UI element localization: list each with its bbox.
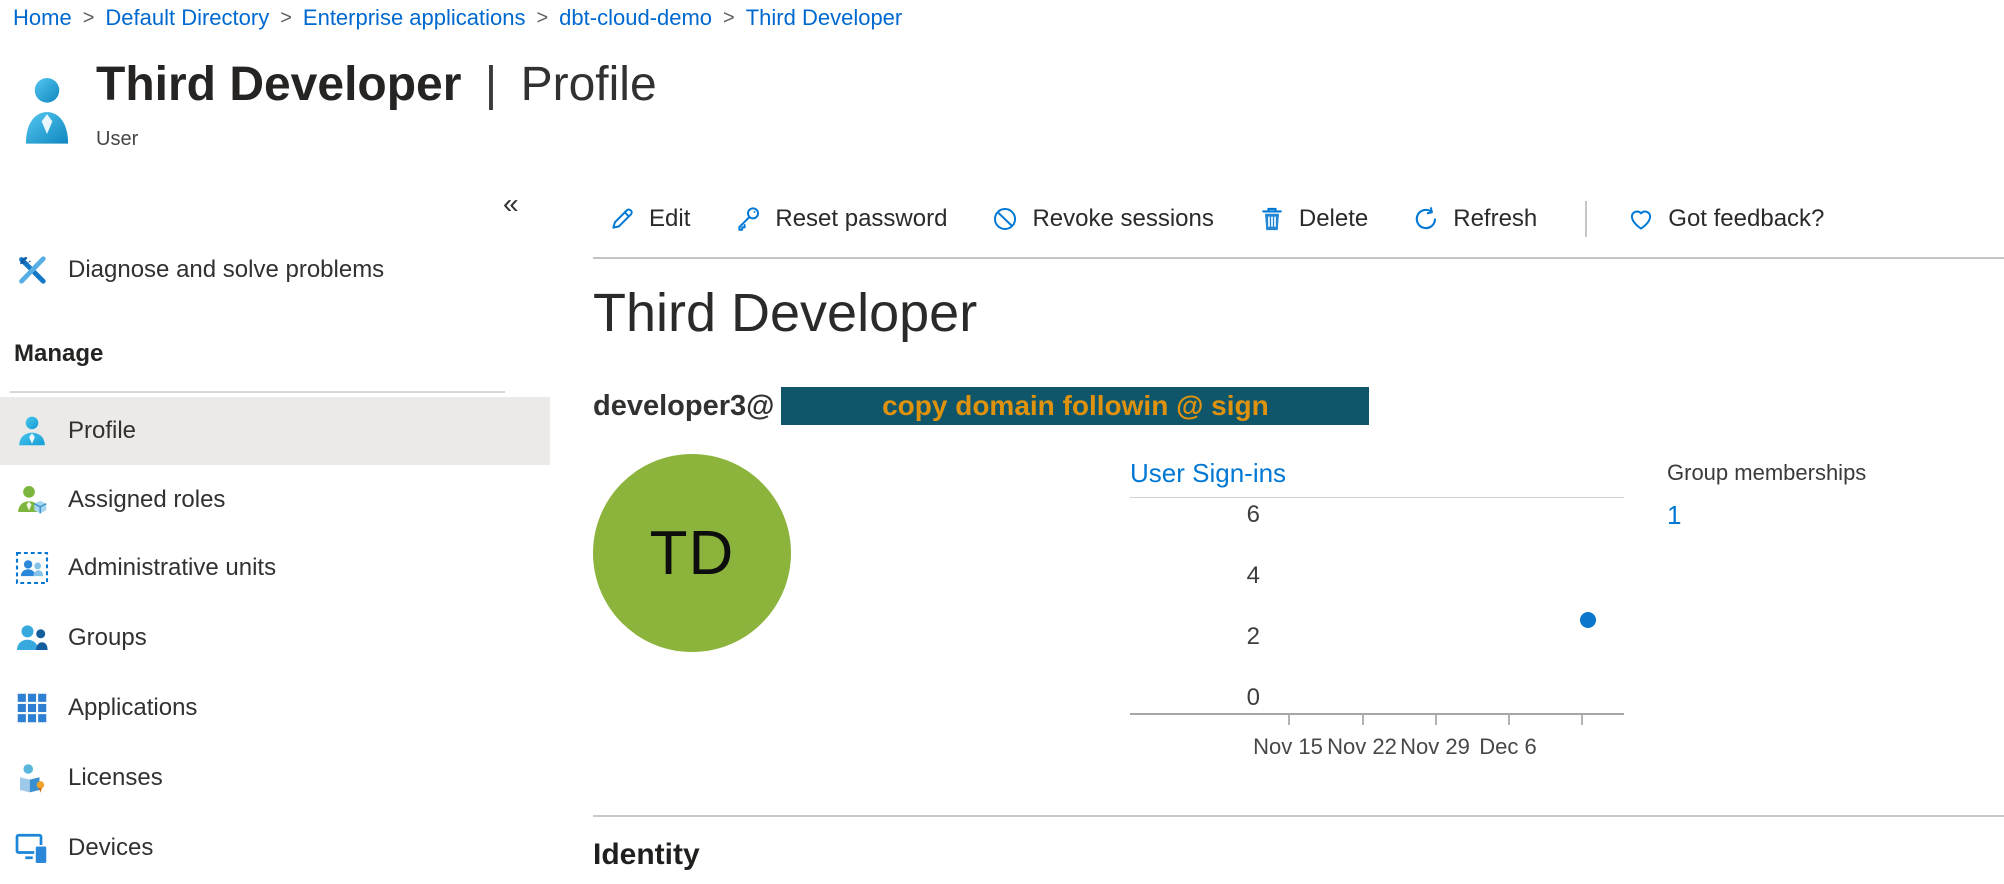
- x-axis-tick: Nov 22: [1327, 734, 1397, 760]
- identity-section-title: Identity: [593, 838, 700, 872]
- breadcrumb-third-developer[interactable]: Third Developer: [746, 5, 903, 31]
- sidebar-item-label: Administrative units: [68, 554, 276, 582]
- group-memberships-count-link[interactable]: 1: [1667, 500, 1681, 531]
- trash-icon: [1258, 205, 1286, 233]
- azure-user-profile-page: Home > Default Directory > Enterprise ap…: [0, 0, 2004, 884]
- section-divider: [593, 815, 2004, 817]
- sidebar-item-label: Applications: [68, 694, 197, 722]
- user-principal-name: developer3@ copy domain followin @ sign: [593, 387, 1369, 425]
- delete-button[interactable]: Delete: [1258, 205, 1368, 233]
- edit-label: Edit: [649, 205, 690, 233]
- sidebar-collapse-button[interactable]: «: [503, 190, 519, 218]
- page-title-separator: |: [485, 58, 497, 111]
- avatar-initials: TD: [650, 518, 735, 589]
- breadcrumb-home[interactable]: Home: [13, 5, 72, 31]
- heart-icon: [1627, 205, 1655, 233]
- sidebar-item-label: Groups: [68, 624, 147, 652]
- email-prefix: developer3@: [593, 390, 774, 423]
- got-feedback-label: Got feedback?: [1668, 205, 1824, 233]
- group-memberships-block: Group memberships 1: [1667, 460, 1866, 531]
- edit-button[interactable]: Edit: [608, 205, 690, 233]
- x-axis-tickmark: [1288, 715, 1290, 725]
- got-feedback-button[interactable]: Got feedback?: [1627, 205, 1824, 233]
- x-axis-tick: Dec 6: [1479, 734, 1536, 760]
- breadcrumb-separator: >: [723, 7, 735, 30]
- page-header: Third Developer | Profile User: [96, 56, 657, 151]
- breadcrumb-separator: >: [83, 7, 95, 30]
- pencil-icon: [608, 205, 636, 233]
- revoke-sessions-button[interactable]: Revoke sessions: [991, 205, 1213, 233]
- block-icon: [991, 205, 1019, 233]
- page-title-blade: Profile: [521, 58, 657, 111]
- sidebar-section-divider: [10, 391, 505, 393]
- sidebar-item-profile[interactable]: Profile: [0, 397, 550, 465]
- refresh-icon: [1412, 205, 1440, 233]
- sidebar-item-label: Assigned roles: [68, 486, 225, 514]
- sidebar-section-manage: Manage: [14, 340, 103, 368]
- y-axis-tick: 2: [1130, 624, 1260, 650]
- sidebar-item-label: Diagnose and solve problems: [68, 256, 384, 284]
- x-axis-line: [1130, 713, 1624, 715]
- sidebar-item-applications[interactable]: Applications: [0, 675, 550, 741]
- y-axis-tick: 6: [1130, 502, 1260, 528]
- user-sign-ins-chart: User Sign-ins 6 4 2 0 Nov 15 Nov 22 Nov …: [1130, 458, 1624, 788]
- revoke-sessions-label: Revoke sessions: [1032, 205, 1213, 233]
- page-title: Third Developer | Profile: [96, 56, 657, 114]
- breadcrumb-enterprise-applications[interactable]: Enterprise applications: [303, 5, 526, 31]
- breadcrumb-separator: >: [280, 7, 292, 30]
- sidebar-item-licenses[interactable]: Licenses: [0, 745, 550, 811]
- assigned-roles-icon: [14, 482, 50, 518]
- refresh-button[interactable]: Refresh: [1412, 205, 1537, 233]
- x-axis-tickmark: [1581, 715, 1583, 725]
- reset-password-label: Reset password: [775, 205, 947, 233]
- user-avatar: TD: [593, 454, 791, 652]
- delete-label: Delete: [1299, 205, 1368, 233]
- x-axis-tickmark: [1362, 715, 1364, 725]
- object-type-label: User: [96, 128, 657, 151]
- breadcrumb-separator: >: [536, 7, 548, 30]
- sidebar-item-groups[interactable]: Groups: [0, 605, 550, 671]
- y-axis-tick: 4: [1130, 563, 1260, 589]
- breadcrumb-default-directory[interactable]: Default Directory: [105, 5, 269, 31]
- reset-password-button[interactable]: Reset password: [734, 205, 947, 233]
- applications-grid-icon: [14, 690, 50, 726]
- x-axis-tick: Nov 29: [1400, 734, 1470, 760]
- page-title-name: Third Developer: [96, 58, 461, 111]
- y-axis-tick: 0: [1130, 685, 1260, 711]
- profile-person-icon: [14, 413, 50, 449]
- administrative-units-icon: [14, 550, 50, 586]
- sidebar-item-label: Profile: [68, 417, 136, 445]
- breadcrumb: Home > Default Directory > Enterprise ap…: [13, 5, 902, 31]
- x-axis-tickmark: [1435, 715, 1437, 725]
- groups-icon: [14, 620, 50, 656]
- refresh-label: Refresh: [1453, 205, 1537, 233]
- sidebar-item-devices[interactable]: Devices: [0, 815, 550, 881]
- user-display-name: Third Developer: [593, 282, 977, 344]
- sidebar-item-label: Licenses: [68, 764, 163, 792]
- sidebar-item-assigned-roles[interactable]: Assigned roles: [0, 467, 550, 533]
- redaction-note: copy domain followin @ sign: [882, 390, 1269, 422]
- chart-title-link[interactable]: User Sign-ins: [1130, 458, 1624, 498]
- key-icon: [734, 205, 762, 233]
- x-axis-tickmark: [1508, 715, 1510, 725]
- toolbar-rule: [593, 257, 2004, 259]
- sidebar-item-label: Devices: [68, 834, 153, 862]
- signin-data-point: [1580, 612, 1596, 628]
- diagnose-tools-icon: [14, 252, 50, 288]
- x-axis-tick: Nov 15: [1253, 734, 1323, 760]
- user-avatar-icon: [24, 74, 70, 148]
- group-memberships-label: Group memberships: [1667, 460, 1866, 486]
- devices-icon: [14, 830, 50, 866]
- sidebar-item-diagnose[interactable]: Diagnose and solve problems: [0, 237, 550, 303]
- sidebar-item-administrative-units[interactable]: Administrative units: [0, 535, 550, 601]
- domain-redaction-overlay: copy domain followin @ sign: [781, 387, 1369, 425]
- command-bar: Edit Reset password Revoke sessions: [608, 192, 1824, 246]
- licenses-icon: [14, 760, 50, 796]
- breadcrumb-dbt-cloud-demo[interactable]: dbt-cloud-demo: [559, 5, 712, 31]
- toolbar-divider: [1585, 201, 1587, 237]
